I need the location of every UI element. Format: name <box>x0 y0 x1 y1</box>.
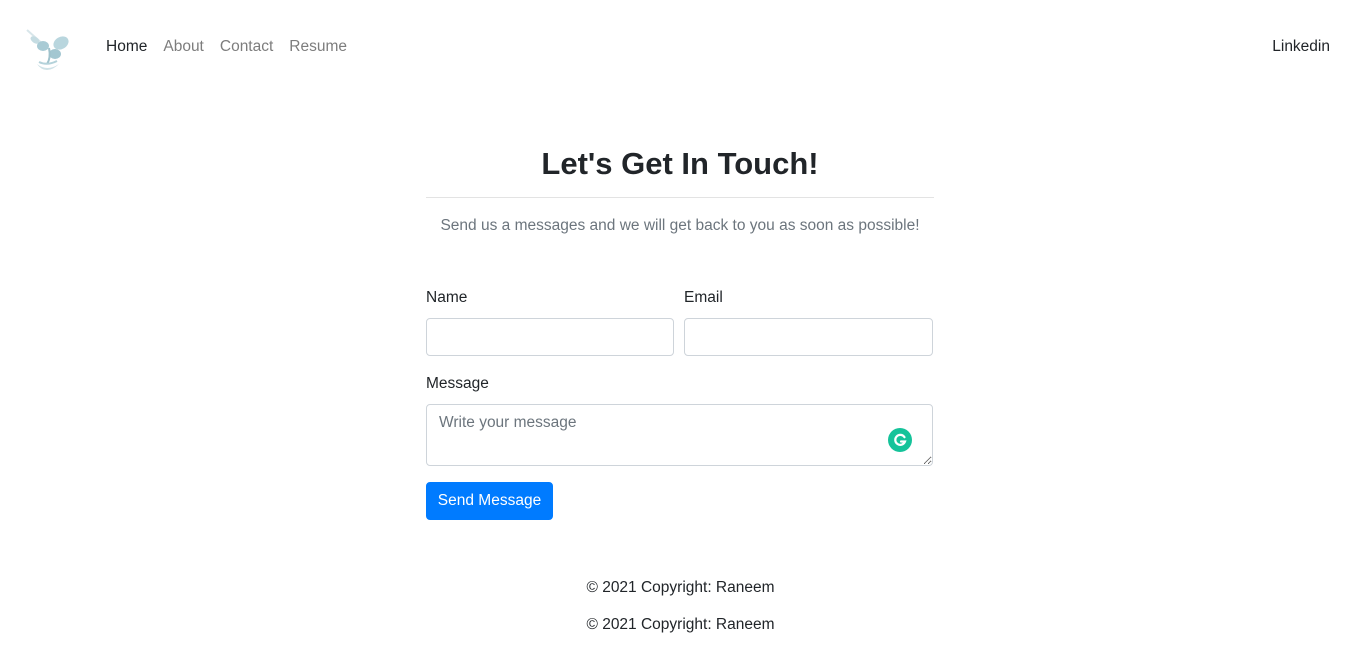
title-divider <box>426 197 934 198</box>
page-title: Let's Get In Touch! <box>541 146 819 181</box>
name-input[interactable] <box>426 318 674 356</box>
nav-linkedin-link[interactable]: Linkedin <box>1272 37 1330 57</box>
message-label: Message <box>426 375 489 392</box>
copyright-text-clipped-wrapper: © 2021 Copyright: Raneem <box>0 617 1361 634</box>
nav-contact-link[interactable]: Contact <box>220 37 273 57</box>
email-input[interactable] <box>684 318 933 356</box>
page-subtitle: Send us a messages and we will get back … <box>440 217 920 234</box>
message-textarea[interactable] <box>426 404 933 466</box>
nav-links: Home About Contact Resume <box>106 37 363 57</box>
navbar: Home About Contact Resume Linkedin <box>0 0 1361 95</box>
grammarly-icon[interactable] <box>888 428 912 452</box>
copyright-text: © 2021 Copyright: Raneem <box>586 579 775 596</box>
email-label: Email <box>684 289 723 306</box>
nav-about-link[interactable]: About <box>163 37 204 57</box>
plant-logo-icon[interactable] <box>23 26 73 72</box>
name-label: Name <box>426 289 468 306</box>
copyright-text-secondary: © 2021 Copyright: Raneem <box>586 617 775 633</box>
send-message-button[interactable]: Send Message <box>426 482 553 520</box>
nav-resume-link[interactable]: Resume <box>289 37 347 57</box>
nav-home-link[interactable]: Home <box>106 37 147 57</box>
